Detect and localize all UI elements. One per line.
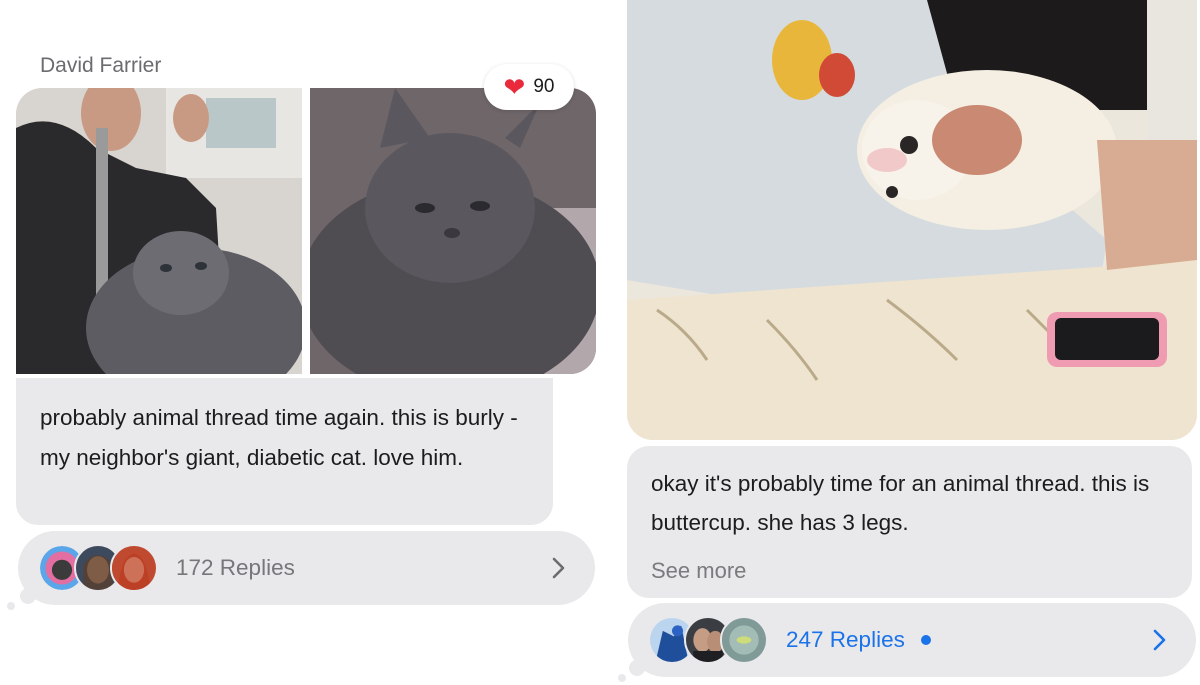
reply-avatars (648, 616, 778, 664)
heart-icon: ❤ (503, 72, 526, 102)
chevron-right-icon (552, 557, 565, 579)
avatar (720, 616, 768, 664)
reply-avatars (38, 544, 168, 592)
photo-dog-buttercup[interactable] (627, 0, 1197, 440)
message-right: okay it's probably time for an animal th… (618, 0, 1200, 685)
bubble-tail (618, 674, 626, 682)
replies-row[interactable]: 172 Replies (18, 531, 595, 605)
bubble-tail (20, 588, 36, 604)
message-left: David Farrier ❤ 90 probably animal threa… (0, 0, 610, 685)
message-text: probably animal thread time again. this … (40, 405, 518, 470)
sender-name: David Farrier (40, 54, 162, 77)
replies-count: 172 Replies (176, 555, 295, 580)
chevron-right-icon (1153, 629, 1166, 651)
message-bubble[interactable]: okay it's probably time for an animal th… (627, 446, 1192, 598)
reaction-count: 90 (533, 76, 555, 97)
replies-count: 247 Replies (786, 627, 905, 652)
replies-row[interactable]: 247 Replies (628, 603, 1196, 677)
photo-man-with-cat[interactable] (16, 88, 302, 374)
unread-indicator (920, 635, 931, 645)
bubble-tail (629, 660, 645, 676)
message-bubble[interactable]: probably animal thread time again. this … (16, 378, 553, 525)
see-more-link[interactable]: See more (651, 551, 746, 590)
message-text: okay it's probably time for an animal th… (651, 471, 1150, 535)
reaction-badge[interactable]: ❤ 90 (484, 64, 574, 110)
photo-grey-cat[interactable] (310, 88, 596, 374)
bubble-tail (7, 602, 15, 610)
avatar (110, 544, 158, 592)
